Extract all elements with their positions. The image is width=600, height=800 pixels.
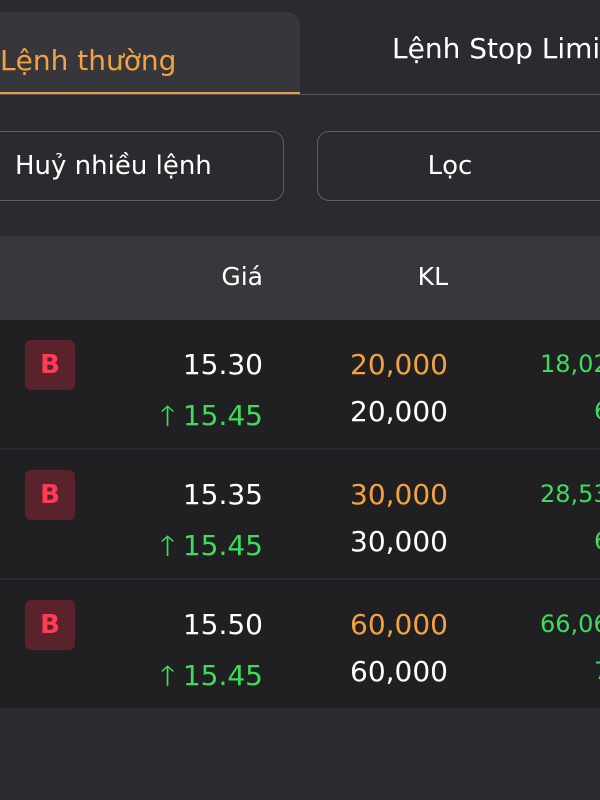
order-row[interactable]: B 15.35 🡑15.45 30,000 30,000 28,53 6 — [0, 450, 600, 578]
cancel-multiple-orders-label: Huỷ nhiều lệnh — [15, 151, 212, 181]
order-row[interactable]: B 15.30 🡑15.45 20,000 20,000 18,02 6 — [0, 320, 600, 448]
arrow-up-icon: 🡑 — [160, 529, 175, 562]
order-volume: 60,000 — [350, 608, 448, 641]
tab-normal-orders-label: Lệnh thường — [0, 44, 177, 77]
order-value-line2: 6 — [594, 397, 600, 425]
matched-volume: 20,000 — [350, 395, 448, 428]
order-value: 66,06 — [540, 610, 600, 638]
matched-volume: 60,000 — [350, 655, 448, 688]
matched-volume: 30,000 — [350, 525, 448, 558]
buy-side-badge: B — [25, 600, 75, 650]
tab-normal-orders[interactable]: Lệnh thường — [0, 12, 300, 93]
filter-button[interactable]: Lọc — [317, 131, 600, 201]
last-price: 🡑 15.45 — [160, 525, 263, 573]
arrow-up-icon: 🡑 — [160, 659, 175, 692]
cancel-multiple-orders-button[interactable]: Huỷ nhiều lệnh — [0, 131, 284, 201]
filter-label: Lọc — [427, 151, 473, 181]
order-row[interactable]: B 15.50 🡑15.45 60,000 60,000 66,06 7 — [0, 580, 600, 708]
order-volume: 20,000 — [350, 348, 448, 381]
header-price: Giá — [221, 262, 263, 291]
order-value-line2: 6 — [594, 527, 600, 555]
order-value: 18,02 — [540, 350, 600, 378]
order-volume: 30,000 — [350, 478, 448, 511]
tab-stop-limit-orders[interactable]: Lệnh Stop Limi — [392, 32, 600, 65]
header-volume: KL — [417, 262, 448, 291]
order-price: 15.35 — [182, 478, 263, 511]
last-price: 🡑 15.45 — [160, 655, 263, 703]
arrow-up-icon: 🡑 — [160, 399, 175, 432]
tab-divider — [0, 94, 600, 95]
order-value-line2: 7 — [594, 657, 600, 685]
buy-side-badge: B — [25, 470, 75, 520]
order-price: 15.50 — [182, 608, 263, 641]
last-price-value: 15.45 — [182, 659, 263, 692]
last-price-value: 15.45 — [182, 529, 263, 562]
order-value: 28,53 — [540, 480, 600, 508]
order-price: 15.30 — [182, 348, 263, 381]
buy-side-badge: B — [25, 340, 75, 390]
order-tabs: Lệnh thường Lệnh Stop Limi — [0, 0, 600, 96]
table-header: Giá KL — [0, 236, 600, 320]
last-price: 🡑 15.45 — [160, 395, 263, 443]
last-price-value: 15.45 — [182, 399, 263, 432]
